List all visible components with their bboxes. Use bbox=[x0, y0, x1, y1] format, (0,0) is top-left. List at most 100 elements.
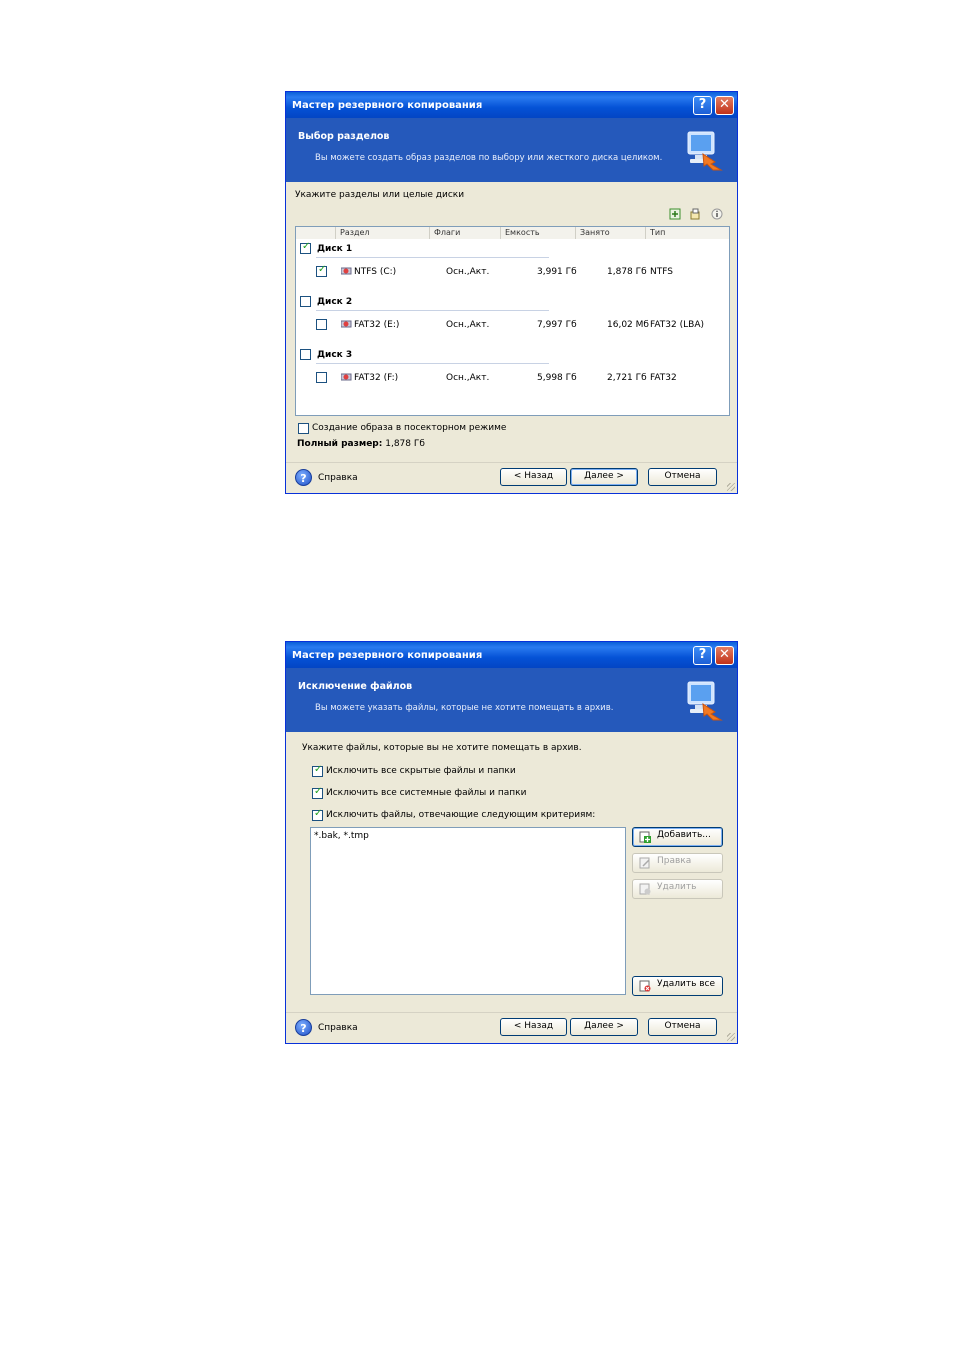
disk-2-label: Диск 2 bbox=[317, 297, 353, 307]
partition-e-capacity: 7,997 Гб bbox=[537, 320, 577, 330]
delete-file-icon bbox=[639, 883, 651, 895]
help-link[interactable]: Справка bbox=[318, 473, 358, 483]
partition-e-name: FAT32 (E:) bbox=[354, 320, 400, 330]
partition-f-type: FAT32 bbox=[650, 373, 677, 383]
delete-all-icon bbox=[639, 980, 651, 992]
partitions-list[interactable]: Раздел Флаги Емкость Занято Тип Диск 1 N… bbox=[295, 226, 730, 416]
wizard-header: Выбор разделов Вы можете создать образ р… bbox=[286, 118, 737, 182]
cancel-button[interactable]: Отмена bbox=[648, 1018, 717, 1036]
partition-e-used: 16,02 Мб bbox=[607, 320, 649, 330]
partition-icon bbox=[341, 373, 352, 381]
partition-e-flags: Осн.,Акт. bbox=[446, 320, 490, 330]
page-title: Выбор разделов bbox=[298, 131, 390, 142]
delete-all-button-label: Удалить все bbox=[657, 979, 716, 989]
partition-f-flags: Осн.,Акт. bbox=[446, 373, 490, 383]
delete-all-button[interactable]: Удалить все bbox=[632, 976, 723, 996]
add-button[interactable]: Добавить... bbox=[632, 827, 723, 847]
partition-f-capacity: 5,998 Гб bbox=[537, 373, 577, 383]
back-button[interactable]: < Назад bbox=[500, 1018, 567, 1036]
disk-separator bbox=[316, 310, 549, 311]
partition-icon bbox=[341, 320, 352, 328]
sector-mode-checkbox[interactable] bbox=[298, 423, 309, 434]
disk-1-checkbox[interactable] bbox=[300, 241, 311, 254]
sector-mode-label[interactable]: Создание образа в посекторном режиме bbox=[312, 423, 506, 433]
exclude-hidden-checkbox[interactable] bbox=[312, 764, 323, 777]
backup-wizard-window-exclusions: Мастер резервного копирования ? ✕ Исключ… bbox=[285, 641, 738, 1044]
delete-button-label: Удалить bbox=[657, 882, 697, 892]
total-size: Полный размер: 1,878 Гб bbox=[297, 439, 425, 449]
wizard-header: Исключение файлов Вы можете указать файл… bbox=[286, 668, 737, 732]
exclude-criteria-checkbox[interactable] bbox=[312, 808, 323, 821]
next-button[interactable]: Далее > bbox=[570, 1018, 638, 1036]
window-title: Мастер резервного копирования bbox=[292, 100, 483, 111]
disk-1-label: Диск 1 bbox=[317, 244, 353, 254]
page-subtitle: Вы можете создать образ разделов по выбо… bbox=[315, 153, 663, 163]
page-subtitle: Вы можете указать файлы, которые не хоти… bbox=[315, 703, 614, 713]
column-header-partition[interactable]: Раздел bbox=[336, 227, 430, 239]
close-button[interactable]: ✕ bbox=[715, 96, 734, 115]
wizard-content: Укажите разделы или целые диски Раздел Ф… bbox=[286, 182, 737, 493]
computer-arrow-icon bbox=[687, 131, 723, 171]
title-bar[interactable]: Мастер резервного копирования ? ✕ bbox=[286, 92, 737, 118]
exclude-system-label[interactable]: Исключить все системные файлы и папки bbox=[326, 788, 526, 798]
column-header-check bbox=[296, 227, 336, 239]
column-header-capacity[interactable]: Емкость bbox=[501, 227, 576, 239]
disk-separator bbox=[316, 363, 549, 364]
refresh-icon[interactable] bbox=[669, 208, 681, 220]
partition-f-name: FAT32 (F:) bbox=[354, 373, 399, 383]
exclude-criteria-label[interactable]: Исключить файлы, отвечающие следующим кр… bbox=[326, 810, 595, 820]
criteria-list[interactable]: *.bak, *.tmp bbox=[310, 827, 626, 995]
criteria-item[interactable]: *.bak, *.tmp bbox=[314, 831, 369, 841]
edit-button-label: Правка bbox=[657, 856, 692, 866]
add-button-label: Добавить... bbox=[657, 830, 711, 840]
cancel-button[interactable]: Отмена bbox=[648, 468, 717, 486]
help-title-button[interactable]: ? bbox=[693, 96, 712, 115]
next-button[interactable]: Далее > bbox=[570, 468, 638, 486]
total-size-value: 1,878 Гб bbox=[385, 439, 425, 449]
help-title-button[interactable]: ? bbox=[693, 646, 712, 665]
exclude-hidden-label[interactable]: Исключить все скрытые файлы и папки bbox=[326, 766, 516, 776]
resize-grip[interactable] bbox=[727, 1033, 735, 1041]
help-link[interactable]: Справка bbox=[318, 1023, 358, 1033]
partition-e-checkbox[interactable] bbox=[316, 319, 327, 330]
window-title: Мастер резервного копирования bbox=[292, 650, 483, 661]
computer-arrow-icon bbox=[687, 681, 723, 721]
partition-c-checkbox[interactable] bbox=[316, 264, 327, 277]
back-button[interactable]: < Назад bbox=[500, 468, 567, 486]
close-button[interactable]: ✕ bbox=[715, 646, 734, 665]
resize-grip[interactable] bbox=[727, 483, 735, 491]
partition-f-used: 2,721 Гб bbox=[607, 373, 647, 383]
info-icon[interactable] bbox=[711, 208, 723, 220]
delete-button[interactable]: Удалить bbox=[632, 879, 723, 899]
partition-c-capacity: 3,991 Гб bbox=[537, 267, 577, 277]
instruction-text: Укажите разделы или целые диски bbox=[295, 190, 465, 200]
backup-wizard-window-partitions: Мастер резервного копирования ? ✕ Выбор … bbox=[285, 91, 738, 494]
partition-c-name: NTFS (C:) bbox=[354, 267, 397, 277]
partition-c-type: NTFS bbox=[650, 267, 673, 277]
disk-2-checkbox[interactable] bbox=[300, 296, 311, 307]
partition-c-flags: Осн.,Акт. bbox=[446, 267, 490, 277]
exclude-system-checkbox[interactable] bbox=[312, 786, 323, 799]
column-header-used[interactable]: Занято bbox=[576, 227, 646, 239]
properties-icon[interactable] bbox=[689, 208, 701, 220]
wizard-footer: ? Справка < Назад Далее > Отмена bbox=[286, 1012, 737, 1043]
help-icon[interactable]: ? bbox=[295, 469, 312, 486]
edit-button[interactable]: Правка bbox=[632, 853, 723, 873]
partition-f-checkbox[interactable] bbox=[316, 372, 327, 383]
disk-3-checkbox[interactable] bbox=[300, 349, 311, 360]
partition-c-used: 1,878 Гб bbox=[607, 267, 647, 277]
wizard-content: Укажите файлы, которые вы не хотите поме… bbox=[286, 732, 737, 1043]
column-header-type[interactable]: Тип bbox=[646, 227, 729, 239]
help-icon[interactable]: ? bbox=[295, 1019, 312, 1036]
add-file-icon bbox=[639, 831, 651, 843]
edit-icon bbox=[639, 857, 650, 869]
partition-icon bbox=[341, 267, 352, 275]
column-header-flags[interactable]: Флаги bbox=[430, 227, 501, 239]
page-title: Исключение файлов bbox=[298, 681, 413, 692]
disk-3-label: Диск 3 bbox=[317, 350, 353, 360]
title-bar[interactable]: Мастер резервного копирования ? ✕ bbox=[286, 642, 737, 668]
wizard-footer: ? Справка < Назад Далее > Отмена bbox=[286, 462, 737, 493]
instruction-text: Укажите файлы, которые вы не хотите поме… bbox=[302, 743, 582, 753]
partition-e-type: FAT32 (LBA) bbox=[650, 320, 704, 330]
disk-separator bbox=[316, 257, 549, 258]
